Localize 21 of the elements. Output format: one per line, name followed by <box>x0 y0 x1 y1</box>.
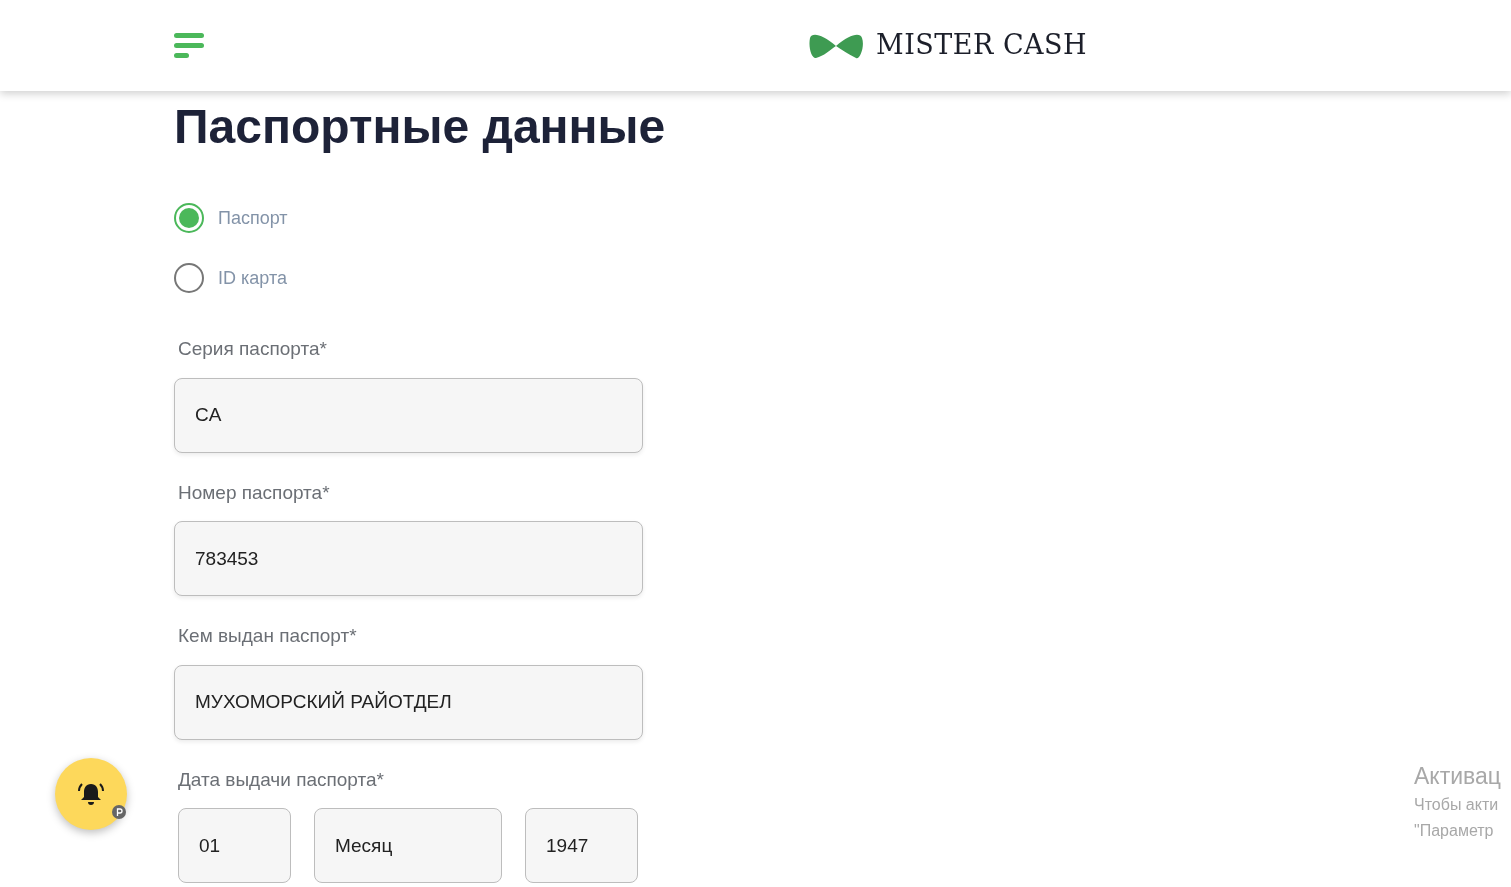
date-field[interactable]: Месяц <box>314 808 502 883</box>
input-field[interactable]: CA <box>174 377 643 453</box>
field-label: Номер паспорта* <box>177 480 330 505</box>
page-title: Паспортные данные <box>174 99 666 155</box>
radio-button[interactable] <box>174 263 204 293</box>
menu-icon[interactable] <box>174 33 204 58</box>
activation-title: Активац <box>1414 762 1501 791</box>
input-field[interactable]: МУХОМОРСКИЙ РАЙОТДЕЛ <box>174 664 643 740</box>
badge-icon <box>112 805 126 819</box>
radio-button[interactable] <box>174 203 204 233</box>
field-label: Кем выдан паспорт* <box>177 624 357 648</box>
date-field[interactable]: 01 <box>178 808 291 883</box>
field-label: Серия паспорта* <box>177 337 327 361</box>
bell-icon <box>77 781 105 807</box>
activation-text: "Параметр <box>1414 821 1494 841</box>
logo-text: MISTER CASH <box>876 28 1088 63</box>
input-field[interactable]: 783453 <box>174 521 643 596</box>
activation-text: Чтобы акти <box>1414 795 1499 815</box>
notification-button[interactable] <box>55 758 127 830</box>
date-field[interactable]: 1947 <box>525 808 638 883</box>
field-label: Дата выдачи паспорта* <box>177 767 384 792</box>
